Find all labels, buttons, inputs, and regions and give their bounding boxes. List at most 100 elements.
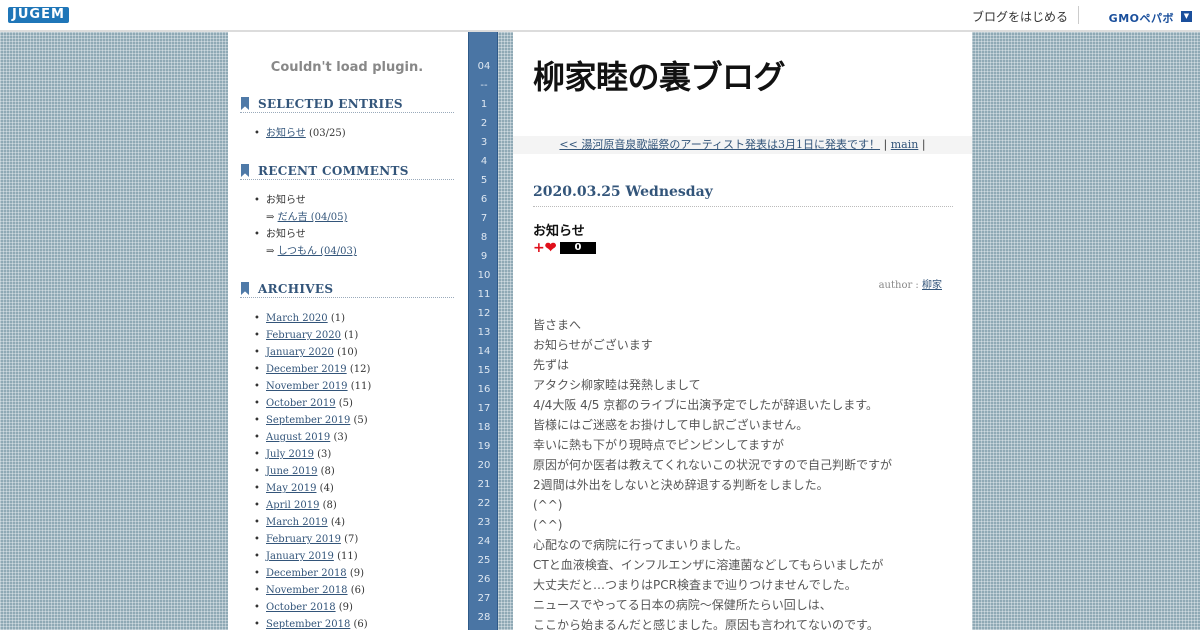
list-item: April 2019 (8) (254, 497, 454, 514)
main-content: 柳家睦の裏ブログ << 湯河原音泉歌謡祭のアーティスト発表は3月1日に発表です！… (513, 32, 972, 630)
calendar-day[interactable]: 7 (469, 213, 499, 224)
archive-month-link[interactable]: August 2019 (266, 432, 330, 443)
prev-entry-link[interactable]: << 湯河原音泉歌謡祭のアーティスト発表は3月1日に発表です！ (559, 138, 880, 151)
recent-comments-heading: RECENT COMMENTS (240, 164, 454, 180)
calendar-day[interactable]: 2 (469, 118, 499, 129)
calendar-day[interactable]: 8 (469, 232, 499, 243)
list-item: December 2018 (9) (254, 565, 454, 582)
archive-month-link[interactable]: December 2019 (266, 364, 347, 375)
list-item: February 2020 (1) (254, 327, 454, 344)
list-item: October 2018 (9) (254, 599, 454, 616)
archive-month-link[interactable]: March 2020 (266, 313, 328, 324)
calendar-day: 04 (477, 61, 491, 72)
author-link[interactable]: 柳家 (922, 280, 942, 291)
archive-month-link[interactable]: January 2020 (266, 347, 334, 358)
calendar-day[interactable]: 20 (469, 460, 499, 471)
calendar-strip: 04 -- 1 2 3 4 5 6 7 8 9 10 11 12 13 14 15 16 17 18 19 20 21 22 2… (468, 32, 498, 630)
archive-month-link[interactable]: February 2019 (266, 534, 341, 545)
archive-month-link[interactable]: May 2019 (266, 483, 316, 494)
calendar-day[interactable]: 15 (469, 365, 499, 376)
archive-month-link[interactable]: July 2019 (266, 449, 314, 460)
comment-entry: お知らせ (266, 229, 306, 240)
calendar-day[interactable]: 24 (469, 536, 499, 547)
list-item: お知らせ ⇒ だん吉 (04/05) (254, 192, 454, 226)
body-line: 幸いに熱も下がり現時点でピンピンしてますが (533, 438, 785, 452)
post-date: 2020.03.25 Wednesday (533, 184, 953, 207)
archive-month-link[interactable]: September 2018 (266, 619, 350, 630)
comment-entry: お知らせ (266, 195, 306, 206)
start-blog-link[interactable]: ブログをはじめる (972, 8, 1068, 25)
archive-month-link[interactable]: October 2019 (266, 398, 336, 409)
nav-separator: | (883, 138, 888, 151)
calendar-day[interactable]: 3 (469, 137, 499, 148)
archive-count: (3) (333, 432, 348, 443)
selected-entries-heading: SELECTED ENTRIES (240, 97, 454, 113)
bookmark-icon (241, 164, 249, 177)
entry-nav: << 湯河原音泉歌謡祭のアーティスト発表は3月1日に発表です！ | main | (513, 136, 972, 154)
body-line: 皆さまへ (533, 318, 582, 332)
calendar-day[interactable]: 5 (469, 175, 499, 186)
body-line: 大丈夫だと…つまりはPCR検査まで辿りつけませんでした。 (533, 578, 857, 592)
calendar-day[interactable]: 21 (469, 479, 499, 490)
archive-month-link[interactable]: March 2019 (266, 517, 328, 528)
body-line: ここから始まるんだと感じました。原因も言われてないのです。 (533, 618, 879, 630)
calendar-day[interactable]: 19 (469, 441, 499, 452)
post-title[interactable]: お知らせ (533, 220, 585, 239)
comment-link[interactable]: しつもん (04/03) (278, 246, 357, 257)
archive-count: (8) (322, 500, 337, 511)
list-item: お知らせ (03/25) (254, 125, 454, 142)
archive-month-link[interactable]: October 2018 (266, 602, 336, 613)
list-item: お知らせ ⇒ しつもん (04/03) (254, 226, 454, 260)
calendar-day[interactable]: 6 (469, 194, 499, 205)
calendar-day[interactable]: 12 (469, 308, 499, 319)
archive-count: (8) (320, 466, 335, 477)
chevron-down-icon[interactable]: ▼ (1181, 11, 1192, 22)
entry-link[interactable]: お知らせ (266, 128, 306, 139)
archive-count: (4) (319, 483, 334, 494)
calendar-day[interactable]: 4 (469, 156, 499, 167)
body-line: お知らせがございます (533, 338, 653, 352)
calendar-day[interactable]: 22 (469, 498, 499, 509)
plus-heart-icon[interactable]: +❤ (533, 241, 556, 255)
archive-month-link[interactable]: November 2019 (266, 381, 348, 392)
jugem-logo[interactable]: JUGEM (8, 7, 69, 23)
list-item: September 2018 (6) (254, 616, 454, 630)
archive-count: (7) (344, 534, 359, 545)
main-link[interactable]: main (891, 138, 919, 151)
calendar-day[interactable]: 27 (469, 593, 499, 604)
post-body: 皆さまへ お知らせがございます 先ずは アタクシ柳家睦は発熱しまして 4/4大阪 4/5… (533, 315, 953, 630)
blog-title[interactable]: 柳家睦の裏ブログ (533, 52, 786, 98)
calendar-day[interactable]: 17 (469, 403, 499, 414)
calendar-day[interactable]: 23 (469, 517, 499, 528)
list-item: November 2019 (11) (254, 378, 454, 395)
archive-month-link[interactable]: January 2019 (266, 551, 334, 562)
archive-count: (1) (330, 313, 346, 324)
calendar-day[interactable]: 10 (469, 270, 499, 281)
calendar-day[interactable]: 18 (469, 422, 499, 433)
archive-month-link[interactable]: June 2019 (266, 466, 317, 477)
calendar-day[interactable]: 9 (469, 251, 499, 262)
archive-month-link[interactable]: April 2019 (266, 500, 319, 511)
archive-month-link[interactable]: November 2018 (266, 585, 348, 596)
archive-count: (9) (349, 568, 365, 579)
heading-label: ARCHIVES (258, 282, 334, 296)
calendar-day[interactable]: 28 (469, 612, 499, 623)
list-item: November 2018 (6) (254, 582, 454, 599)
archive-month-link[interactable]: December 2018 (266, 568, 347, 579)
calendar-day[interactable]: 26 (469, 574, 499, 585)
calendar-day[interactable]: 25 (469, 555, 499, 566)
comment-link[interactable]: だん吉 (04/05) (278, 212, 348, 223)
gmo-pepabo-logo[interactable]: GMOペパボ (1109, 10, 1174, 26)
calendar-day[interactable]: 16 (469, 384, 499, 395)
list-item: October 2019 (5) (254, 395, 454, 412)
calendar-day[interactable]: 11 (469, 289, 499, 300)
list-item: January 2020 (10) (254, 344, 454, 361)
plugin-error-message: Couldn't load plugin. (270, 60, 424, 75)
archive-month-link[interactable]: February 2020 (266, 330, 341, 341)
archive-month-link[interactable]: September 2019 (266, 415, 350, 426)
calendar-day[interactable]: 14 (469, 346, 499, 357)
list-item: June 2019 (8) (254, 463, 454, 480)
calendar-day[interactable]: 1 (469, 99, 499, 110)
calendar-day[interactable]: 13 (469, 327, 499, 338)
list-item: July 2019 (3) (254, 446, 454, 463)
